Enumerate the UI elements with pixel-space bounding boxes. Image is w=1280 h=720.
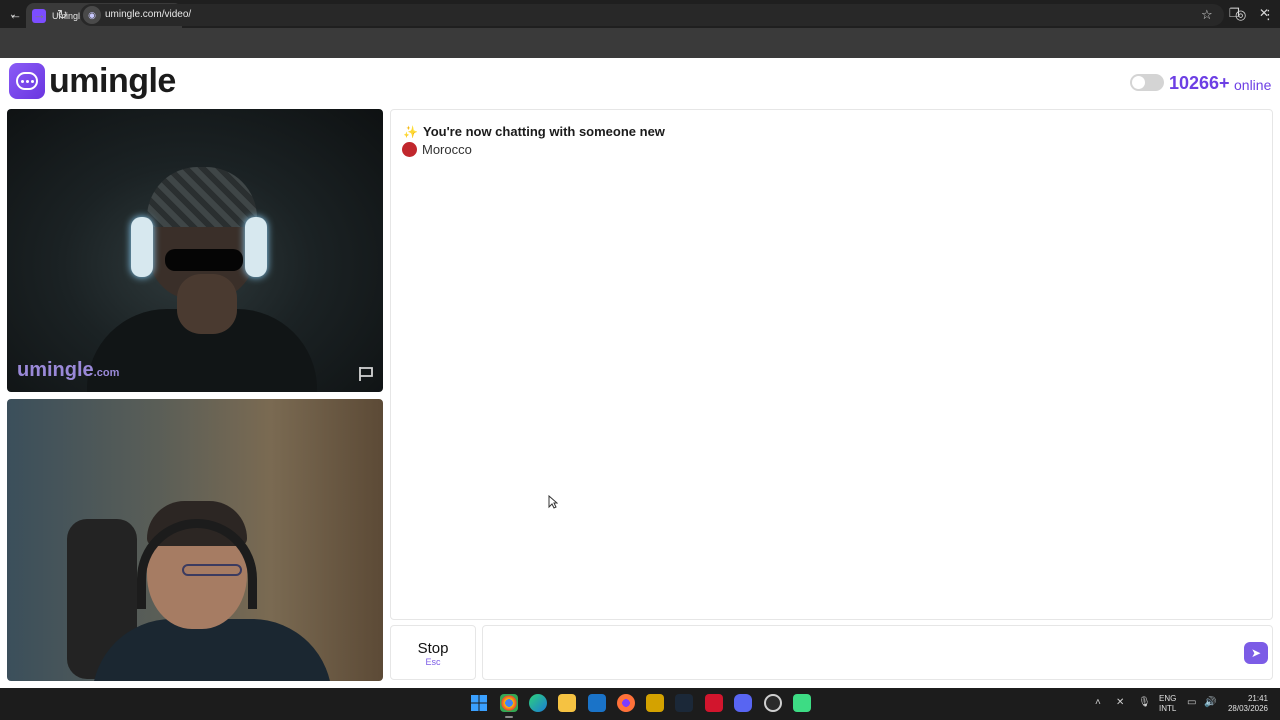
browser-menu-icon[interactable]: ⋮ [1262,7,1275,23]
reload-icon[interactable]: ↻ [57,7,68,23]
vpn-app-icon[interactable] [705,694,723,712]
display-icon[interactable]: ▭ [1187,697,1196,708]
online-label: online [1234,77,1272,93]
android-app-icon[interactable] [793,694,811,712]
system-message: ✨ You're now chatting with someone new [403,124,665,139]
browser-toolbar [0,28,1280,58]
stop-button[interactable]: Stop Esc [390,625,476,680]
stranger-country: Morocco [402,142,472,157]
morocco-flag-icon [402,142,417,157]
microphone-icon[interactable]: 🎙 [1138,697,1151,708]
sparkle-icon: ✨ [403,124,418,139]
bookmark-star-icon[interactable]: ☆ [1201,7,1213,23]
stranger-video: umingle.com [7,109,383,392]
file-explorer-icon[interactable] [558,694,576,712]
mode-toggle[interactable] [1130,74,1164,91]
notes-app-icon[interactable] [646,694,664,712]
chat-log [390,109,1273,620]
start-icon[interactable] [470,694,488,712]
profile-icon[interactable]: ◎ [1235,7,1246,23]
video-watermark: umingle.com [17,359,120,381]
edge-icon[interactable] [529,694,547,712]
network-off-icon[interactable]: ✕ [1116,697,1124,708]
outlook-icon[interactable] [588,694,606,712]
site-logo-text[interactable]: umingle [49,62,176,101]
back-icon[interactable]: ← [9,7,22,22]
app-icon[interactable] [764,694,782,712]
system-clock[interactable]: 21:41 28/03/2026 [1226,694,1268,714]
message-input[interactable] [482,625,1273,680]
windows-taskbar [0,688,1280,720]
online-count: 10266+ [1169,73,1230,93]
site-info-icon[interactable]: ◉ [83,6,101,24]
firefox-icon[interactable] [617,694,635,712]
chrome-icon[interactable] [500,694,518,718]
volume-icon[interactable]: 🔊 [1204,697,1216,708]
address-bar[interactable] [80,4,1224,26]
umingle-logo-icon[interactable] [9,63,45,99]
input-language[interactable]: ENG INTL [1159,694,1176,714]
send-icon[interactable]: ➤ [1244,642,1268,664]
tray-overflow-icon[interactable]: ˄ [1095,697,1101,708]
discord-icon[interactable] [734,694,752,712]
steam-icon[interactable] [675,694,693,712]
forward-icon[interactable]: → [33,7,46,22]
url-text[interactable]: umingle.com/video/ [105,9,191,20]
self-video [7,399,383,681]
report-flag-icon[interactable] [357,366,375,382]
